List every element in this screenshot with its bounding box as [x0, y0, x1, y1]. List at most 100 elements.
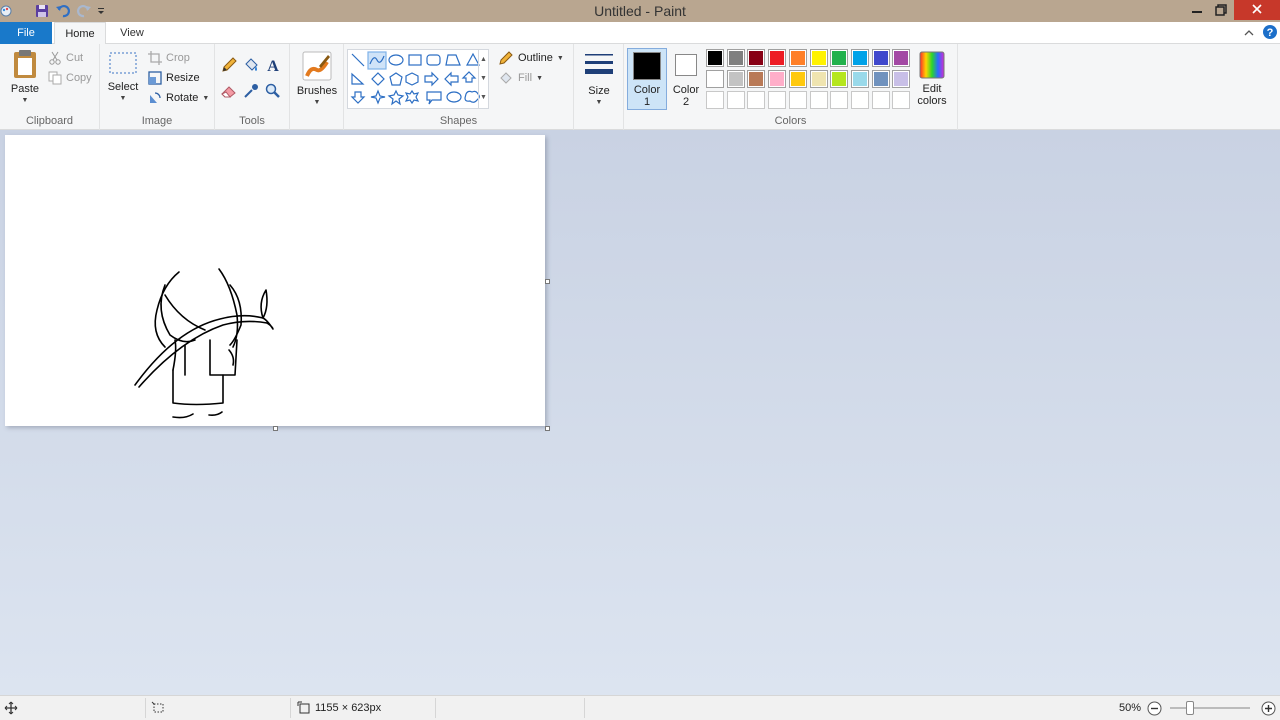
zoom-slider-thumb[interactable] [1186, 701, 1194, 715]
tab-file[interactable]: File [0, 22, 52, 44]
tab-view[interactable]: View [108, 22, 156, 44]
brushes-button[interactable]: Brushes ▼ [293, 50, 341, 109]
copy-label: Copy [66, 72, 92, 84]
pencil-icon[interactable] [220, 56, 238, 77]
crop-button[interactable]: Crop [148, 49, 190, 67]
cut-label: Cut [66, 52, 84, 64]
brushes-label: Brushes [296, 85, 338, 97]
status-separator [584, 698, 585, 718]
fill-button[interactable]: Fill ▼ [498, 69, 543, 87]
palette-color-swatch[interactable] [747, 70, 766, 88]
status-bar: 1155 × 623px 50% [0, 695, 1280, 720]
palette-color-swatch[interactable] [726, 70, 745, 88]
clipboard-group: Paste ▼ Cut Copy Clipboard [0, 44, 100, 130]
zoom-out-button[interactable] [1147, 701, 1162, 719]
palette-color-swatch[interactable] [809, 49, 828, 67]
ribbon: Paste ▼ Cut Copy Clipboard Select ▼ Crop… [0, 44, 1280, 130]
magnifier-icon[interactable] [264, 82, 282, 103]
zoom-out-icon [1147, 701, 1162, 716]
palette-custom-swatch[interactable] [747, 91, 766, 109]
restore-button[interactable] [1210, 0, 1232, 20]
color1-button[interactable]: Color 1 [627, 48, 667, 110]
title-bar: Untitled - Paint [0, 0, 1280, 22]
palette-color-swatch[interactable] [871, 70, 890, 88]
cursor-position-icon [4, 701, 18, 718]
tools-group-label: Tools [239, 115, 265, 127]
zoom-level: 50% [1119, 702, 1142, 714]
image-group-label: Image [141, 115, 173, 127]
colors-group: Color 1 Color 2 Edit colors Colors [624, 44, 958, 130]
text-tool-icon[interactable]: A [264, 56, 282, 77]
palette-color-swatch[interactable] [706, 49, 724, 67]
drawing-canvas[interactable] [5, 135, 545, 426]
palette-custom-swatch[interactable] [809, 91, 828, 109]
palette-custom-swatch[interactable] [830, 91, 849, 109]
canvas-resize-handle-right[interactable] [545, 279, 550, 284]
palette-color-swatch[interactable] [892, 49, 911, 67]
select-button[interactable]: Select ▼ [104, 50, 142, 105]
palette-color-swatch[interactable] [830, 70, 849, 88]
tools-group: A Tools [215, 44, 290, 130]
rotate-button[interactable]: Rotate ▼ [148, 89, 209, 107]
colors-group-label: Colors [774, 115, 807, 127]
fill-icon [500, 72, 512, 84]
selection-size-icon [151, 701, 165, 718]
palette-color-swatch[interactable] [706, 70, 724, 88]
outline-button[interactable]: Outline ▼ [498, 49, 564, 67]
palette-color-swatch[interactable] [809, 70, 828, 88]
palette-color-swatch[interactable] [726, 49, 745, 67]
palette-custom-swatch[interactable] [706, 91, 724, 109]
cut-button[interactable]: Cut [48, 49, 83, 67]
svg-text:A: A [267, 58, 279, 74]
palette-custom-swatch[interactable] [726, 91, 745, 109]
rotate-label: Rotate [166, 92, 199, 104]
minimize-ribbon-icon[interactable] [1243, 25, 1255, 44]
color1-swatch [633, 52, 661, 80]
size-label: Size [588, 85, 610, 97]
minimize-button[interactable] [1186, 0, 1208, 20]
palette-color-swatch[interactable] [850, 70, 869, 88]
rotate-icon [150, 92, 161, 103]
rotate-dropdown-icon: ▼ [202, 94, 210, 102]
palette-custom-swatch[interactable] [892, 91, 911, 109]
canvas-resize-handle-corner[interactable] [545, 426, 550, 431]
paste-label: Paste [10, 83, 40, 95]
palette-color-swatch[interactable] [871, 49, 890, 67]
size-dropdown-icon: ▼ [595, 99, 603, 106]
palette-custom-swatch[interactable] [850, 91, 869, 109]
color2-button[interactable]: Color 2 [668, 48, 704, 110]
copy-button[interactable]: Copy [48, 69, 92, 87]
help-icon[interactable]: ? [1262, 24, 1278, 43]
eraser-icon[interactable] [220, 82, 238, 103]
palette-color-swatch[interactable] [747, 49, 766, 67]
tab-home[interactable]: Home [54, 22, 106, 45]
crop-label: Crop [166, 52, 190, 64]
zoom-slider-track[interactable] [1170, 707, 1250, 709]
palette-color-swatch[interactable] [830, 49, 849, 67]
palette-color-swatch[interactable] [788, 70, 807, 88]
shapes-scroll-icon[interactable]: ▲ ▼ ▼ [478, 50, 488, 108]
paste-button[interactable]: Paste ▼ [6, 48, 44, 107]
close-icon [1252, 4, 1262, 14]
close-button[interactable] [1234, 0, 1280, 20]
palette-color-swatch[interactable] [788, 49, 807, 67]
palette-color-swatch[interactable] [850, 49, 869, 67]
color-picker-icon[interactable] [242, 82, 260, 103]
fill-bucket-icon[interactable] [242, 56, 260, 77]
fill-label: Fill [518, 72, 533, 84]
palette-custom-swatch[interactable] [768, 91, 787, 109]
palette-custom-swatch[interactable] [788, 91, 807, 109]
palette-custom-swatch[interactable] [871, 91, 890, 109]
color2-label-line2: 2 [682, 96, 690, 108]
palette-color-swatch[interactable] [892, 70, 911, 88]
zoom-in-button[interactable] [1261, 701, 1276, 719]
brushes-group: Brushes ▼ [290, 44, 344, 130]
palette-color-swatch[interactable] [768, 70, 787, 88]
canvas-resize-handle-bottom[interactable] [273, 426, 278, 431]
edit-colors-button[interactable]: Edit colors [912, 50, 952, 107]
resize-icon [148, 71, 162, 85]
size-button[interactable]: Size ▼ [580, 50, 618, 109]
palette-color-swatch[interactable] [768, 49, 787, 67]
shapes-gallery: ▲ ▼ ▼ [347, 49, 489, 109]
resize-button[interactable]: Resize [148, 69, 200, 87]
